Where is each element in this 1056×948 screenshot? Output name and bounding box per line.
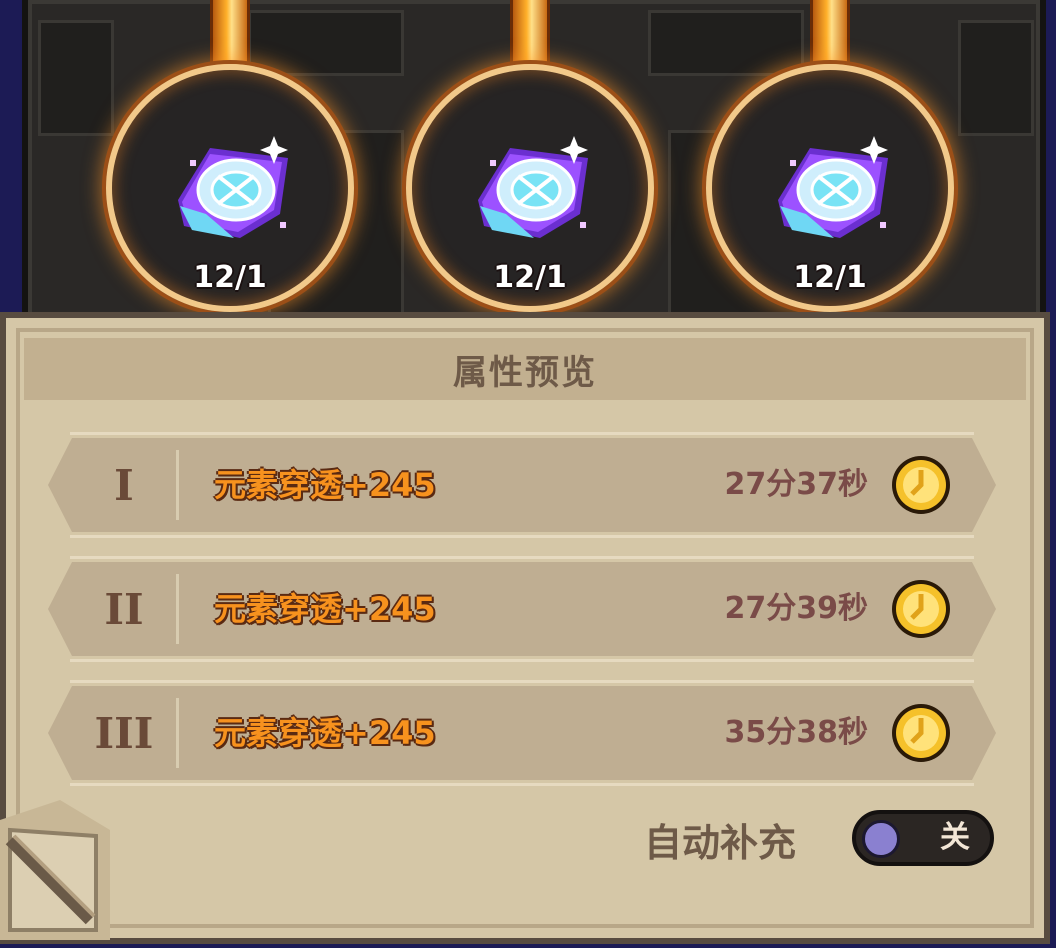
row-divider	[176, 574, 179, 644]
row-highlight	[70, 659, 974, 662]
gold-coin-icon[interactable]	[890, 578, 952, 640]
rune-slot-2[interactable]: 12/1	[398, 0, 658, 318]
corner-ornament	[0, 800, 110, 940]
row-highlight	[70, 556, 974, 559]
slot-ring: 12/1	[706, 64, 954, 312]
gold-coin-icon[interactable]	[890, 454, 952, 516]
gold-coin-icon[interactable]	[890, 702, 952, 764]
row-highlight	[70, 783, 974, 786]
row-numeral: II	[104, 584, 144, 634]
toggle-knob	[862, 820, 900, 858]
slot-count: 12/1	[493, 260, 567, 295]
row-divider	[176, 450, 179, 520]
slot-ring: 12/1	[106, 64, 354, 312]
toggle-state-text: 关	[940, 820, 970, 855]
row-divider	[176, 698, 179, 768]
rune-crystal-icon	[178, 136, 288, 238]
time-remaining: 35分38秒	[724, 715, 869, 750]
chain-decoration	[510, 0, 550, 70]
rune-crystal-icon	[478, 136, 588, 238]
slot-ring: 12/1	[406, 64, 654, 312]
rune-slot-3[interactable]: 12/1	[698, 0, 958, 318]
attribute-row-2[interactable]: II 元素穿透+245 27分39秒	[48, 556, 996, 662]
panel-header: 属性预览	[24, 338, 1026, 400]
auto-refill-toggle[interactable]: 关	[852, 810, 994, 866]
slot-count: 12/1	[193, 260, 267, 295]
chain-decoration	[210, 0, 250, 70]
row-highlight	[70, 432, 974, 435]
row-numeral: I	[114, 460, 134, 510]
rune-crystal-icon	[778, 136, 888, 238]
attribute-row-3[interactable]: III 元素穿透+245 35分38秒	[48, 680, 996, 786]
chain-decoration	[810, 0, 850, 70]
attribute-text: 元素穿透+245	[214, 714, 436, 752]
attribute-text: 元素穿透+245	[214, 590, 436, 628]
row-highlight	[70, 680, 974, 683]
slot-count: 12/1	[793, 260, 867, 295]
frame-brick	[958, 20, 1034, 136]
attribute-row-1[interactable]: I 元素穿透+245 27分37秒	[48, 432, 996, 538]
rune-slot-1[interactable]: 12/1	[98, 0, 358, 318]
row-numeral: III	[94, 708, 154, 758]
time-remaining: 27分39秒	[724, 591, 869, 626]
attribute-text: 元素穿透+245	[214, 466, 436, 504]
auto-refill-label: 自动补充	[644, 821, 797, 865]
panel-title: 属性预览	[453, 352, 597, 393]
time-remaining: 27分37秒	[724, 467, 869, 502]
row-highlight	[70, 535, 974, 538]
